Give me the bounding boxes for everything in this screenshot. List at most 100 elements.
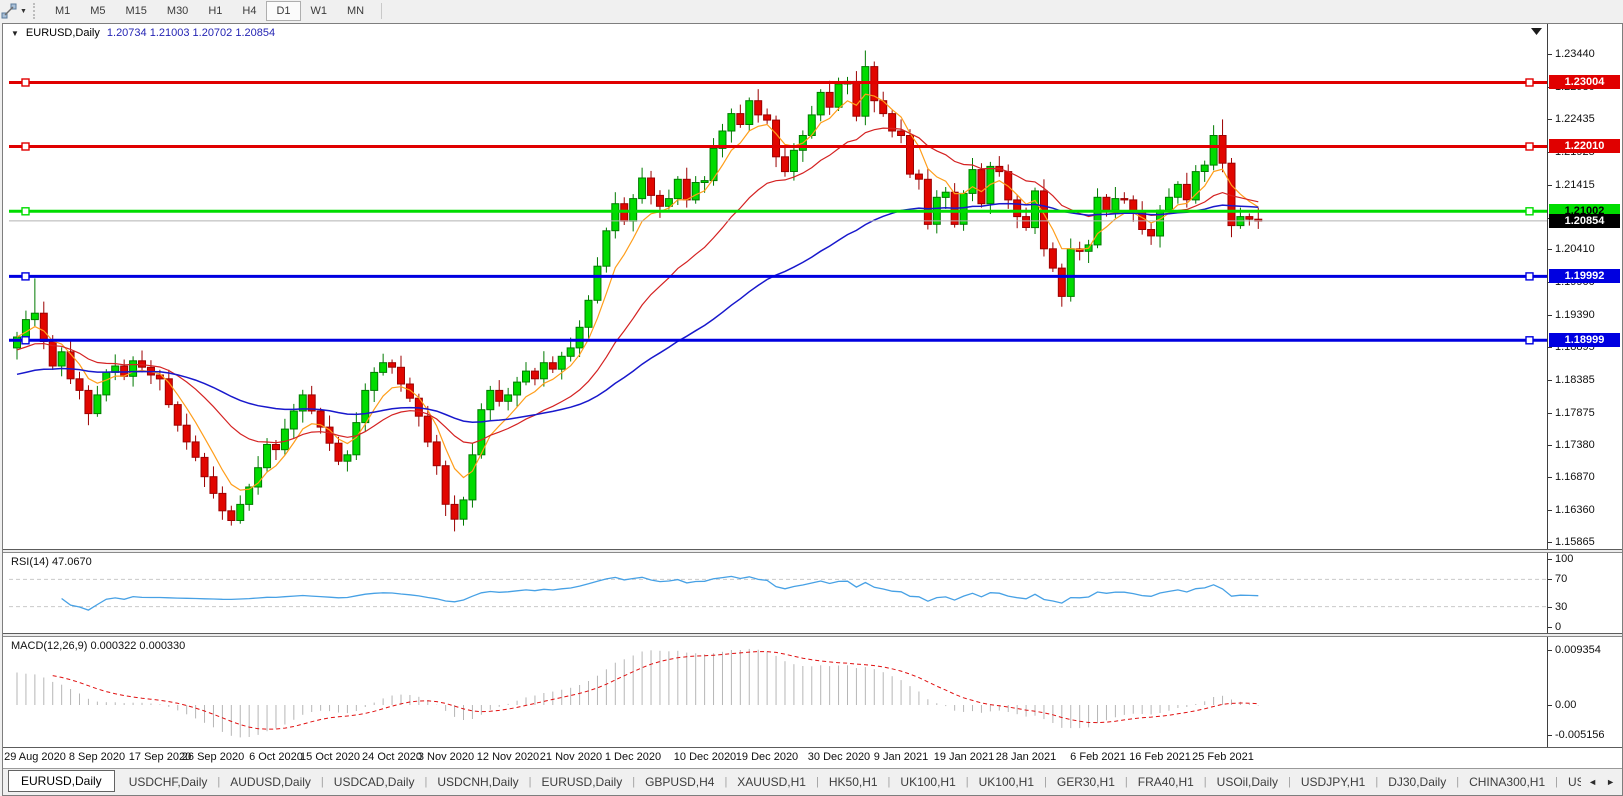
level-handle[interactable] bbox=[21, 272, 30, 281]
chart-symbol-label: EURUSD,Daily bbox=[25, 27, 100, 39]
price-tick bbox=[1548, 510, 1552, 511]
price-level-badge-1.20854: 1.20854 bbox=[1549, 214, 1620, 228]
macd-signal-line bbox=[52, 651, 1259, 730]
macd-pane: MACD(12,26,9) 0.000322 0.000330 0.009354… bbox=[3, 636, 1622, 748]
macd-tick-label: -0.005156 bbox=[1555, 729, 1605, 741]
rsi-tick-label: 0 bbox=[1555, 621, 1562, 633]
price-tick bbox=[1548, 445, 1552, 446]
price-axis: 1.234401.229301.224351.219251.214151.209… bbox=[1547, 24, 1622, 549]
level-handle[interactable] bbox=[21, 78, 30, 87]
chart-tab-ger30-h1[interactable]: GER30,H1 bbox=[1047, 775, 1125, 789]
price-tick-label: 1.19390 bbox=[1555, 309, 1595, 321]
chart-tab-fra40-h1[interactable]: FRA40,H1 bbox=[1128, 775, 1204, 789]
chart-tab-eurusd-daily[interactable]: EURUSD,Daily bbox=[8, 770, 115, 792]
level-handle[interactable] bbox=[1525, 272, 1534, 281]
price-tick-label: 1.16870 bbox=[1555, 471, 1595, 483]
price-tick bbox=[1548, 315, 1552, 316]
price-tick bbox=[1548, 477, 1552, 478]
price-tick-label: 1.21415 bbox=[1555, 179, 1595, 191]
timeframe-buttons: M1 M5 M15 M30 H1 H4 D1 W1 MN bbox=[45, 1, 374, 21]
candlesticks bbox=[13, 50, 1263, 532]
chart-tab-gbpusd-h4[interactable]: GBPUSD,H4 bbox=[635, 775, 724, 789]
chart-tab-hk50-h1[interactable]: HK50,H1 bbox=[819, 775, 888, 789]
chart-tab-audusd-daily[interactable]: AUDUSD,Daily bbox=[220, 775, 321, 789]
macd-canvas[interactable] bbox=[9, 637, 1548, 747]
rsi-canvas[interactable] bbox=[9, 553, 1548, 633]
chart-tab-usdchf-daily[interactable]: USDCHF,Daily bbox=[119, 775, 218, 789]
toolbar-separator bbox=[381, 3, 383, 19]
price-level-badge-1.22010: 1.22010 bbox=[1549, 139, 1620, 153]
chart-tab-uk100-h1[interactable]: UK100,H1 bbox=[969, 775, 1044, 789]
price-tick bbox=[1548, 119, 1552, 120]
date-axis: 29 Aug 2020 8 Sep 2020 17 Sep 2020 26 Sep 2… bbox=[3, 748, 1622, 768]
chart-shift-marker-icon[interactable] bbox=[1531, 28, 1542, 35]
timeframe-button-m5[interactable]: M5 bbox=[80, 1, 115, 21]
tabs-scroll-left-icon[interactable]: ◄ bbox=[1588, 777, 1597, 787]
chart-tool-button[interactable]: ▼ bbox=[0, 3, 31, 19]
macd-axis: 0.009354 0.00 -0.005156 bbox=[1547, 637, 1622, 747]
chart-tabs-bar: EURUSD,Daily USDCHF,Daily | AUDUSD,Daily | US… bbox=[3, 768, 1622, 795]
level-handle[interactable] bbox=[21, 142, 30, 151]
rsi-tick bbox=[1548, 559, 1552, 560]
macd-tick-label: 0.009354 bbox=[1555, 644, 1601, 656]
tabs-scroll-arrows: ◄ ► bbox=[1581, 777, 1622, 787]
price-tick bbox=[1548, 54, 1552, 55]
timeframe-button-m30[interactable]: M30 bbox=[157, 1, 198, 21]
level-handle[interactable] bbox=[1525, 207, 1534, 216]
macd-tick bbox=[1548, 735, 1552, 736]
chart-tab-usoil[interactable]: USOil, bbox=[1558, 775, 1581, 789]
timeframe-button-d1[interactable]: D1 bbox=[266, 1, 301, 21]
level-handle[interactable] bbox=[1525, 336, 1534, 345]
chart-tab-usdcad-daily[interactable]: USDCAD,Daily bbox=[324, 775, 425, 789]
price-tick-label: 1.22435 bbox=[1555, 113, 1595, 125]
price-tick-label: 1.15865 bbox=[1555, 536, 1595, 548]
price-chart-canvas[interactable] bbox=[9, 24, 1548, 549]
rsi-label: RSI(14) 47.0670 bbox=[11, 556, 92, 568]
level-handle[interactable] bbox=[1525, 78, 1534, 87]
tabs-scroll-right-icon[interactable]: ► bbox=[1606, 777, 1615, 787]
chart-window: ▼ EURUSD,Daily 1.20734 1.21003 1.20702 1… bbox=[2, 23, 1623, 796]
price-tick bbox=[1548, 185, 1552, 186]
macd-label: MACD(12,26,9) 0.000322 0.000330 bbox=[11, 640, 186, 652]
chart-tab-eurusd-daily[interactable]: EURUSD,Daily bbox=[532, 775, 633, 789]
chart-tabs: EURUSD,Daily USDCHF,Daily | AUDUSD,Daily | US… bbox=[6, 770, 1581, 794]
timeframe-button-m15[interactable]: M15 bbox=[116, 1, 157, 21]
trendline-tool-icon bbox=[1, 3, 17, 19]
price-tick-label: 1.18385 bbox=[1555, 374, 1595, 386]
price-level-badge-1.19992: 1.19992 bbox=[1549, 269, 1620, 283]
price-tick bbox=[1548, 542, 1552, 543]
price-level-badge-1.23004: 1.23004 bbox=[1549, 75, 1620, 89]
timeframe-button-w1[interactable]: W1 bbox=[301, 1, 338, 21]
level-handle[interactable] bbox=[21, 336, 30, 345]
chart-tab-usdcnh-daily[interactable]: USDCNH,Daily bbox=[427, 775, 528, 789]
level-handle[interactable] bbox=[1525, 142, 1534, 151]
chart-tab-china300-h1[interactable]: CHINA300,H1 bbox=[1459, 775, 1555, 789]
chart-tab-dj30-daily[interactable]: DJ30,Daily bbox=[1378, 775, 1456, 789]
ma-55-line bbox=[16, 202, 1259, 424]
price-tick-label: 1.17380 bbox=[1555, 439, 1595, 451]
main-chart-pane: ▼ EURUSD,Daily 1.20734 1.21003 1.20702 1… bbox=[3, 24, 1622, 550]
chart-tab-uk100-h1[interactable]: UK100,H1 bbox=[890, 775, 965, 789]
timeframe-button-h4[interactable]: H4 bbox=[232, 1, 266, 21]
price-tick bbox=[1548, 413, 1552, 414]
price-tick bbox=[1548, 347, 1552, 348]
window-menu-icon[interactable]: ▼ bbox=[11, 29, 19, 38]
timeframe-button-h1[interactable]: H1 bbox=[198, 1, 232, 21]
date-label: 25 Feb 2021 bbox=[1192, 751, 1254, 763]
price-tick bbox=[1548, 249, 1552, 250]
macd-tick bbox=[1548, 705, 1552, 706]
timeframes-toolbar: ▼ M1 M5 M15 M30 H1 H4 D1 W1 MN bbox=[0, 0, 1623, 22]
timeframe-button-m1[interactable]: M1 bbox=[45, 1, 80, 21]
chart-tab-usoil-daily[interactable]: USOil,Daily bbox=[1207, 775, 1288, 789]
level-handle[interactable] bbox=[21, 207, 30, 216]
chart-tab-xauusd-h1[interactable]: XAUUSD,H1 bbox=[727, 775, 816, 789]
chevron-down-icon: ▼ bbox=[20, 7, 27, 15]
rsi-tick bbox=[1548, 579, 1552, 580]
rsi-tick bbox=[1548, 627, 1552, 628]
chart-tab-usdjpy-h1[interactable]: USDJPY,H1 bbox=[1291, 775, 1375, 789]
price-level-badge-1.18999: 1.18999 bbox=[1549, 333, 1620, 347]
timeframe-button-mn[interactable]: MN bbox=[337, 1, 374, 21]
rsi-axis: 100 70 30 0 bbox=[1547, 553, 1622, 633]
trading-platform-app: ▼ M1 M5 M15 M30 H1 H4 D1 W1 MN ▼ EURUSD,Daily 1.… bbox=[0, 0, 1623, 796]
toolbar-grip-icon bbox=[32, 3, 39, 19]
